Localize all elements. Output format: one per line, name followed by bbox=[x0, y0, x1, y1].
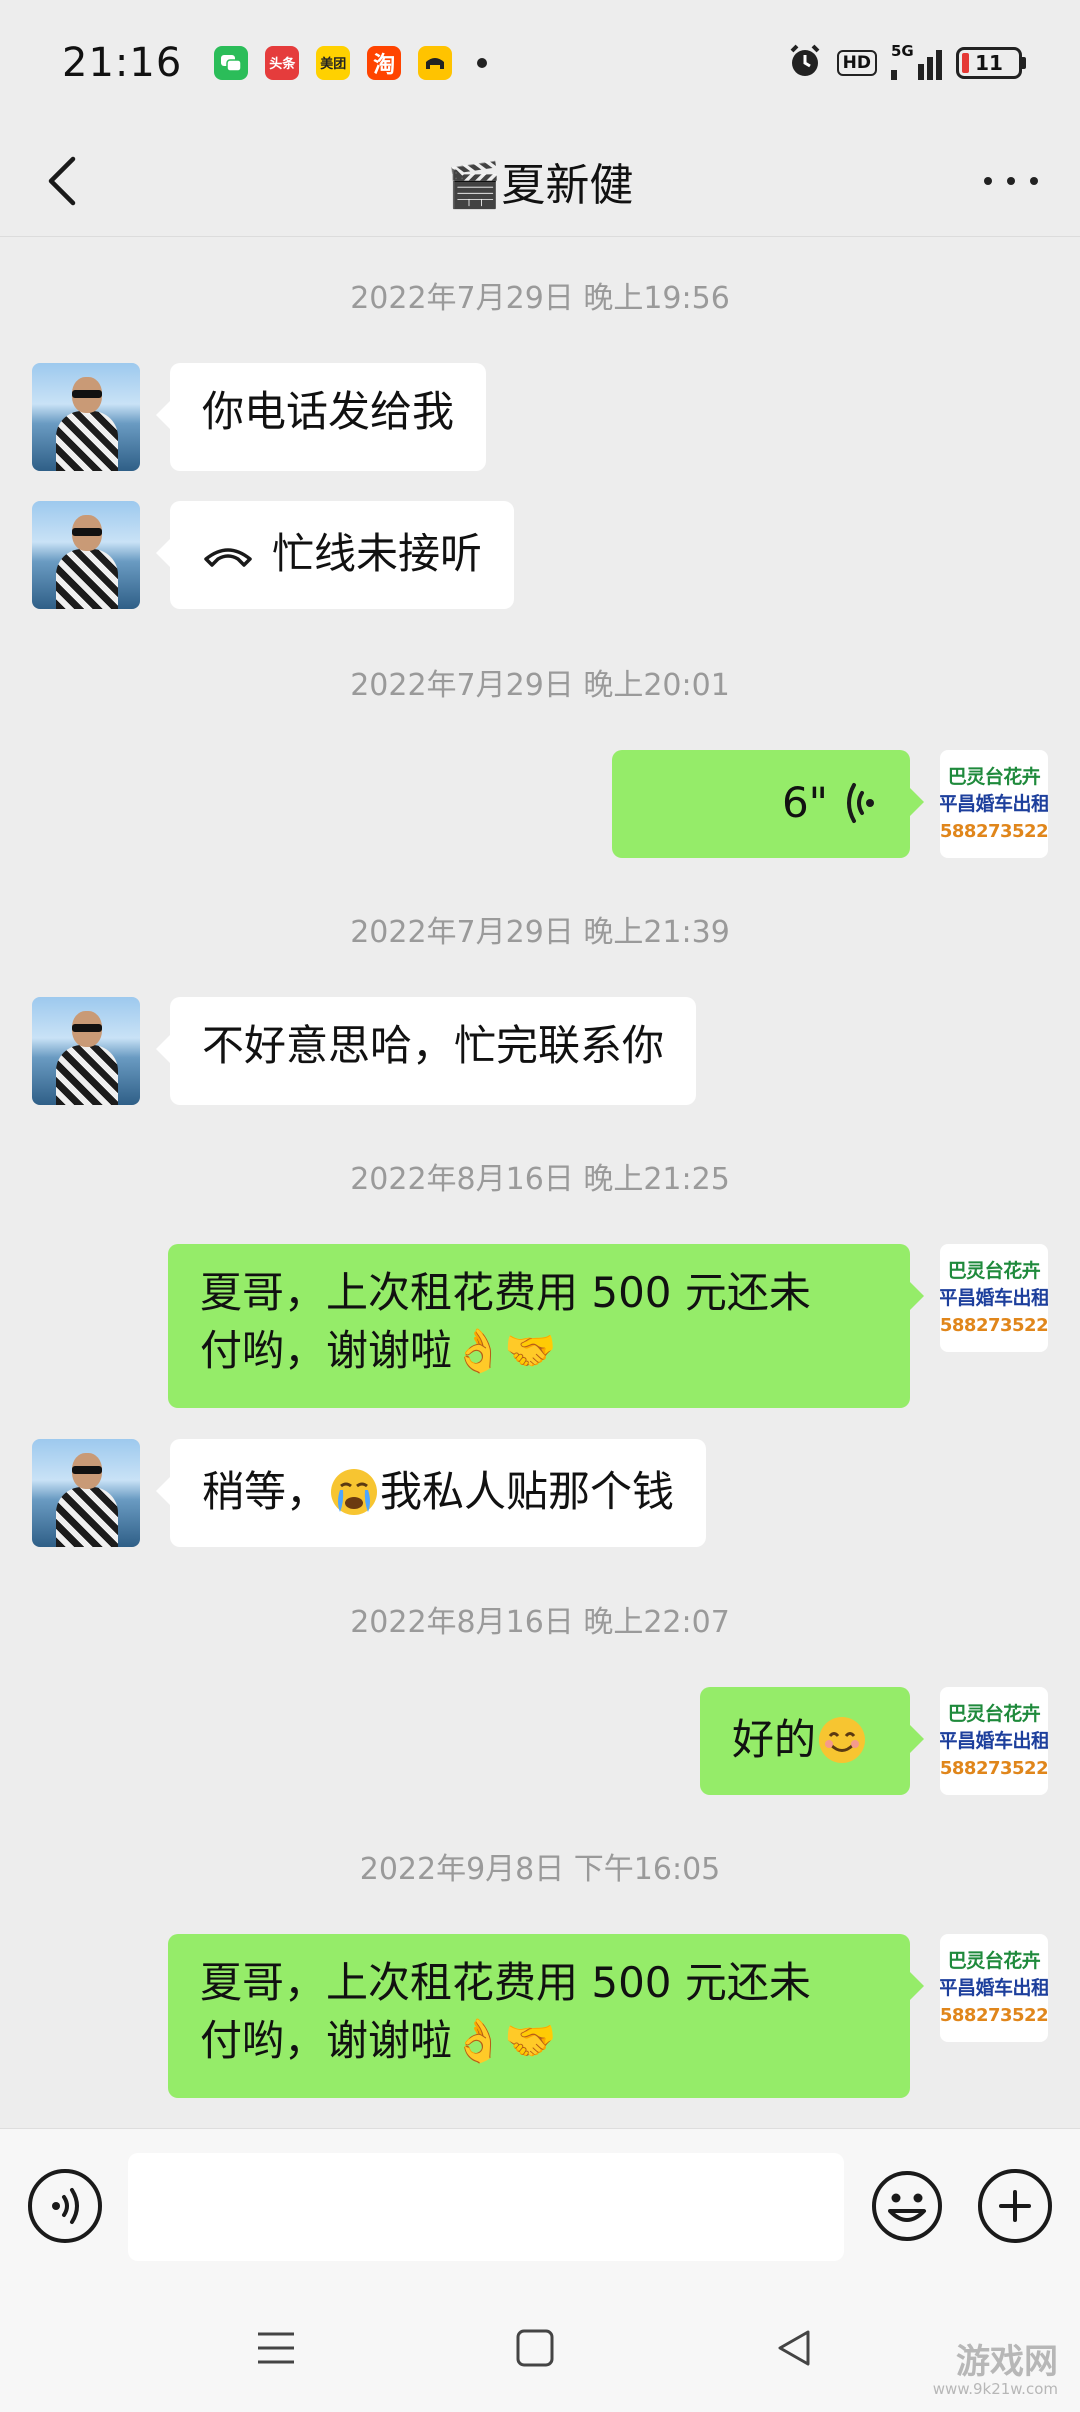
menu-icon bbox=[258, 2332, 294, 2364]
my-avatar[interactable]: 巴灵台花卉 平昌婚车出租 15882735224 bbox=[940, 1687, 1048, 1795]
voice-input-button[interactable] bbox=[28, 2169, 102, 2243]
avatar-logo-line3: 15882735224 bbox=[940, 2004, 1048, 2026]
missed-call-label: 忙线未接听 bbox=[272, 529, 483, 578]
voice-wave-icon bbox=[847, 783, 874, 823]
network-label: 5G bbox=[891, 41, 914, 60]
message-line: 付哟，谢谢啦👌🤝 bbox=[200, 1326, 557, 1375]
contact-avatar[interactable] bbox=[32, 363, 140, 471]
system-nav-bar: 游戏网 www.9k21w.com bbox=[0, 2284, 1080, 2412]
watermark-text: 游戏网 bbox=[956, 2342, 1058, 2382]
message-line: 夏哥，上次租花费用 500 元还未 bbox=[200, 1958, 811, 2007]
menu-nav-button[interactable] bbox=[248, 2320, 304, 2376]
signal-icon: 5G bbox=[891, 42, 942, 80]
avatar-logo-line2: 平昌婚车出租 bbox=[940, 1976, 1048, 1999]
home-nav-button[interactable] bbox=[507, 2320, 563, 2376]
back-nav-button[interactable] bbox=[766, 2320, 822, 2376]
more-options-button[interactable] bbox=[976, 153, 1046, 209]
message-input-bar bbox=[0, 2128, 1080, 2284]
toutiao-app-icon: 头条 bbox=[265, 45, 300, 80]
contact-avatar[interactable] bbox=[32, 997, 140, 1105]
avatar-logo-line1: 巴灵台花卉 bbox=[947, 1259, 1041, 1282]
avatar-logo-line2: 平昌婚车出租 bbox=[940, 1729, 1048, 1752]
my-avatar[interactable]: 巴灵台花卉 平昌婚车出租 15882735224 bbox=[940, 1244, 1048, 1352]
meituan-app-icon: 美团 bbox=[316, 45, 351, 80]
chat-message-list[interactable]: 2022年7月29日 晚上19:56 你电话发给我 忙线未接听 2022年7月2… bbox=[0, 237, 1080, 2127]
message-input[interactable] bbox=[128, 2153, 844, 2261]
chat-title-bar: 🎬夏新健 bbox=[0, 125, 1080, 237]
timestamp: 2022年9月8日 下午16:05 bbox=[359, 1852, 721, 1887]
voice-icon bbox=[52, 2188, 79, 2224]
avatar-logo-line3: 15882735224 bbox=[940, 820, 1048, 842]
incoming-message[interactable]: 不好意思哈，忙完联系你 bbox=[155, 997, 697, 1105]
outgoing-message[interactable]: 夏哥，上次租花费用 500 元还未 付哟，谢谢啦👌🤝 bbox=[168, 1244, 924, 1408]
avatar-logo-line2: 平昌婚车出租 bbox=[940, 792, 1048, 815]
incoming-message[interactable]: 你电话发给我 bbox=[155, 363, 487, 471]
status-time: 21:16 bbox=[62, 39, 183, 86]
avatar-logo-line3: 15882735224 bbox=[940, 1757, 1048, 1779]
notification-dot-icon bbox=[477, 57, 488, 68]
timestamp: 2022年8月16日 晚上22:07 bbox=[350, 1605, 730, 1640]
avatar-logo-line3: 15882735224 bbox=[940, 1314, 1048, 1336]
watermark: 游戏网 www.9k21w.com bbox=[933, 2344, 1058, 2398]
timestamp: 2022年7月29日 晚上21:39 bbox=[350, 915, 730, 950]
watermark-url: www.9k21w.com bbox=[932, 2380, 1058, 2398]
alarm-icon bbox=[787, 43, 823, 83]
avatar-logo-line2: 平昌婚车出租 bbox=[940, 1286, 1048, 1309]
contact-avatar[interactable] bbox=[32, 501, 140, 609]
battery-icon: 11 bbox=[956, 46, 1026, 79]
crying-emoji-icon bbox=[331, 1469, 378, 1515]
voice-message[interactable]: 6" bbox=[612, 750, 924, 858]
status-bar: 21:16 头条 美团 淘 HD 5G 11 bbox=[0, 0, 1080, 125]
avatar-logo-line1: 巴灵台花卉 bbox=[947, 1702, 1041, 1725]
missed-call-message[interactable]: 忙线未接听 bbox=[155, 501, 515, 609]
avatar-logo-line1: 巴灵台花卉 bbox=[947, 1949, 1041, 1972]
message-line: 夏哥，上次租花费用 500 元还未 bbox=[200, 1268, 811, 1317]
wechat-app-icon bbox=[214, 45, 249, 80]
hd-badge: HD bbox=[836, 49, 877, 76]
outgoing-message[interactable]: 好的 bbox=[700, 1687, 924, 1795]
emoji-face-icon bbox=[872, 2171, 942, 2241]
contact-avatar[interactable] bbox=[32, 1439, 140, 1547]
taxi-app-icon bbox=[418, 45, 453, 80]
message-line: 付哟，谢谢啦👌🤝 bbox=[200, 2016, 557, 2065]
message-text: 稍等， bbox=[202, 1467, 329, 1516]
battery-level: 11 bbox=[975, 50, 1003, 75]
message-text: 好的 bbox=[732, 1715, 817, 1764]
hangup-phone-icon bbox=[204, 548, 252, 567]
my-avatar[interactable]: 巴灵台花卉 平昌婚车出租 15882735224 bbox=[940, 750, 1048, 858]
taobao-app-icon: 淘 bbox=[367, 45, 402, 80]
timestamp: 2022年7月29日 晚上20:01 bbox=[350, 668, 730, 703]
outgoing-message[interactable]: 夏哥，上次租花费用 500 元还未 付哟，谢谢啦👌🤝 bbox=[168, 1934, 924, 2098]
voice-duration: 6" bbox=[781, 778, 828, 827]
avatar-logo-line1: 巴灵台花卉 bbox=[947, 765, 1041, 788]
more-functions-button[interactable] bbox=[978, 2169, 1052, 2243]
chat-title: 🎬夏新健 bbox=[446, 159, 634, 211]
timestamp: 2022年8月16日 晚上21:25 bbox=[350, 1162, 730, 1197]
my-avatar[interactable]: 巴灵台花卉 平昌婚车出租 15882735224 bbox=[940, 1934, 1048, 2042]
incoming-message[interactable]: 稍等， 我私人贴那个钱 bbox=[155, 1439, 707, 1547]
triangle-back-icon bbox=[778, 2330, 810, 2366]
message-text: 我私人贴那个钱 bbox=[380, 1467, 675, 1516]
timestamp: 2022年7月29日 晚上19:56 bbox=[350, 281, 730, 316]
emoji-button[interactable] bbox=[870, 2169, 944, 2243]
smile-emoji-icon bbox=[819, 1717, 866, 1763]
square-home-icon bbox=[516, 2329, 554, 2367]
